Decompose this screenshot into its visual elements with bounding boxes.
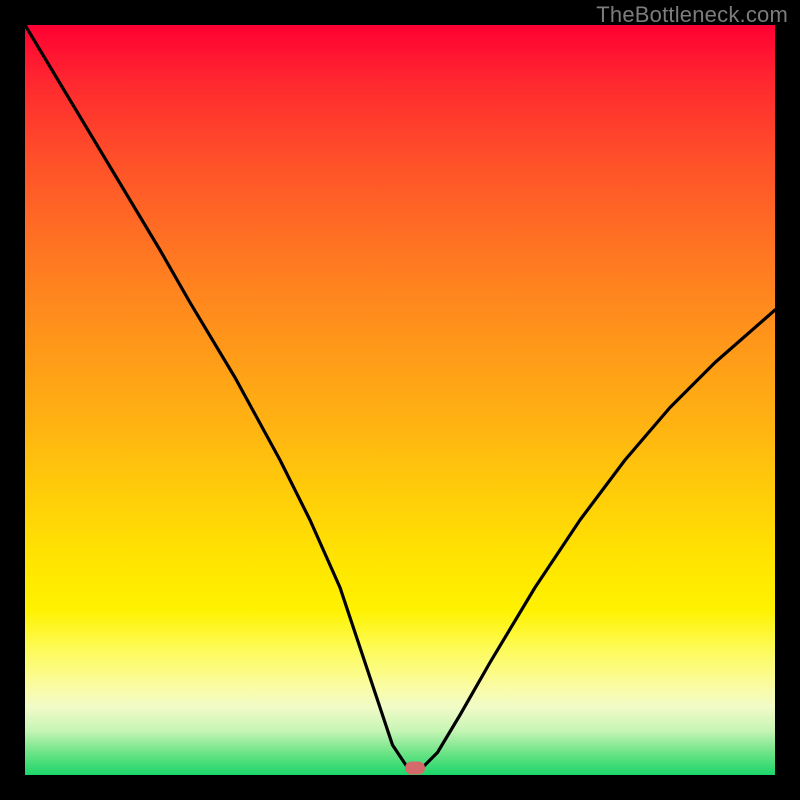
bottleneck-curve — [25, 25, 775, 775]
chart-frame: TheBottleneck.com — [0, 0, 800, 800]
optimal-point-marker — [405, 761, 425, 774]
plot-area — [25, 25, 775, 775]
watermark-text: TheBottleneck.com — [596, 2, 788, 28]
